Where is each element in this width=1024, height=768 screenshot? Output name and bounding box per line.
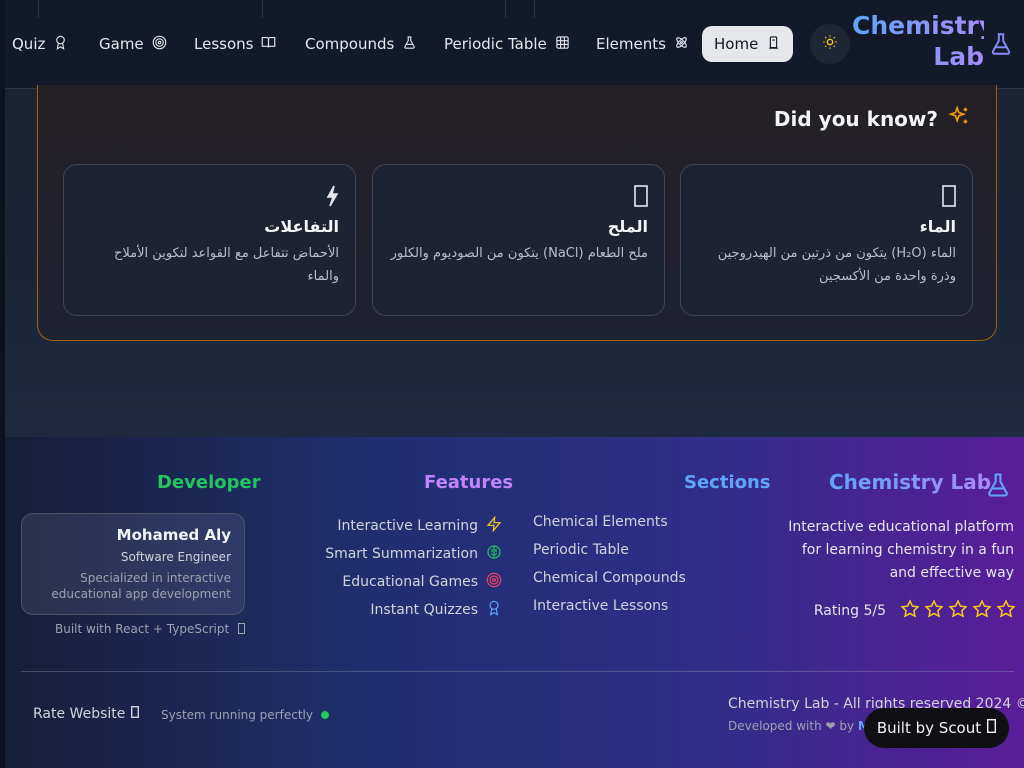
- sections-heading: Sections: [684, 472, 771, 493]
- footer-divider: [21, 671, 1014, 672]
- section-link[interactable]: Chemical Elements: [533, 512, 713, 540]
- flask-icon: [402, 35, 417, 54]
- rating-row: Rating 5/5: [780, 599, 1016, 623]
- nav-label: Compounds: [305, 35, 395, 53]
- book-open-icon: [261, 35, 276, 54]
- scrolled-content-ghost: [38, 0, 263, 18]
- section-link[interactable]: Chemical Compounds: [533, 568, 713, 596]
- developer-role: Software Engineer: [120, 550, 231, 564]
- sparkles-icon: [948, 105, 970, 132]
- developer-heading: Developer: [157, 472, 261, 493]
- feature-label: Interactive Learning: [337, 518, 478, 534]
- rating-label: Rating 5/5: [813, 603, 886, 619]
- sections-list: Chemical Elements Periodic Table Chemica…: [533, 512, 713, 624]
- nav-label: Elements: [596, 35, 666, 53]
- feature-label: Smart Summarization: [325, 546, 478, 562]
- flask-icon: [988, 31, 1014, 57]
- fact-title: التفاعلات: [264, 217, 339, 236]
- feature-item[interactable]: Instant Quizzes: [300, 596, 502, 624]
- nav-item-quiz[interactable]: Quiz: [12, 26, 68, 62]
- built-by-badge[interactable]: Built by Scout: [864, 708, 1009, 748]
- developer-description: Specialized in interactive educational a…: [51, 571, 231, 601]
- star-icon[interactable]: [948, 599, 968, 623]
- target-icon: [152, 35, 167, 54]
- developer-card: Mohamed Aly Software Engineer Specialize…: [21, 513, 245, 615]
- feature-item[interactable]: Smart Summarization: [300, 540, 502, 568]
- brain-icon: [486, 544, 502, 564]
- salt-icon: [389, 181, 648, 211]
- status-dot: [320, 711, 329, 719]
- water-drop-icon: [697, 181, 956, 211]
- flask-icon: [984, 469, 1012, 505]
- theme-toggle-button[interactable]: [810, 24, 850, 64]
- built-with-text: Built with React + TypeScript: [21, 622, 245, 636]
- nav-label: Quiz: [12, 35, 46, 53]
- fact-title: الملح: [607, 217, 648, 236]
- developer-name: Mohamed Aly: [116, 526, 231, 544]
- rate-website-link[interactable]: Rate Website: [33, 705, 140, 722]
- system-status: System running perfectly: [161, 708, 329, 722]
- feature-label: Instant Quizzes: [370, 602, 478, 618]
- star-icon[interactable]: [996, 599, 1016, 623]
- nav-item-game[interactable]: Game: [99, 26, 167, 62]
- developed-with-text: Developed with ❤ by Mo: [728, 719, 868, 733]
- did-you-know-title: Did you know?: [773, 106, 938, 131]
- section-link[interactable]: Interactive Lessons: [533, 596, 713, 624]
- developed-with-label: Developed with ❤ by: [728, 719, 855, 733]
- rate-icon: [131, 705, 140, 722]
- award-icon: [53, 35, 68, 54]
- fact-card-salt: الملح ملح الطعام (NaCl) يتكون من الصوديو…: [372, 164, 665, 316]
- feature-item[interactable]: Interactive Learning: [300, 512, 502, 540]
- feature-item[interactable]: Educational Games: [300, 568, 502, 596]
- built-by-label: Built by Scout: [876, 719, 982, 737]
- nav-item-compounds[interactable]: Compounds: [305, 26, 417, 62]
- feature-label: Educational Games: [342, 574, 478, 590]
- grid-icon: [555, 35, 570, 54]
- atom-icon: [674, 35, 689, 54]
- star-icon[interactable]: [972, 599, 992, 623]
- nav-item-periodic-table[interactable]: Periodic Table: [444, 26, 570, 62]
- nav-label: Home: [714, 35, 759, 53]
- features-heading: Features: [424, 472, 514, 493]
- nav-label: Game: [99, 35, 144, 53]
- nav-item-lessons[interactable]: Lessons: [194, 26, 276, 62]
- badge-icon: [987, 718, 997, 737]
- nav-label: Periodic Table: [444, 35, 547, 53]
- fact-title: الماء: [919, 217, 956, 236]
- fact-card-water: الماء الماء (H₂O) يتكون من ذرتين من الهي…: [680, 164, 973, 316]
- award-icon: [486, 600, 502, 620]
- fact-card-reactions: التفاعلات الأحماض تتفاعل مع القواعد لتكو…: [63, 164, 356, 316]
- zap-icon: [486, 515, 502, 536]
- brand-title[interactable]: Chemistry Lab: [852, 10, 995, 72]
- built-with-label: Built with React + TypeScript: [54, 622, 230, 636]
- nav-item-elements[interactable]: Elements: [596, 26, 689, 62]
- home-icon: [766, 35, 781, 54]
- brand-description: Interactive educational platform for lea…: [788, 519, 1014, 581]
- fact-body: الماء (H₂O) يتكون من ذرتين من الهيدروجين…: [717, 246, 956, 284]
- did-you-know-heading: Did you know?: [774, 105, 970, 132]
- star-icon[interactable]: [900, 599, 920, 623]
- sun-icon: [822, 34, 838, 54]
- did-you-know-panel: Did you know? الماء الماء (H₂O) يتكون من…: [37, 85, 997, 341]
- scrolled-content-ghost: [505, 0, 535, 18]
- rate-website-label: Rate Website: [33, 706, 126, 722]
- fact-body: ملح الطعام (NaCl) يتكون من الصوديوم والك…: [390, 246, 648, 261]
- nav-item-home[interactable]: Home: [702, 26, 794, 62]
- code-icon: [238, 623, 245, 634]
- footer-brand-title: Chemistry Lab: [829, 470, 992, 494]
- section-link[interactable]: Periodic Table: [533, 540, 713, 568]
- system-status-text: System running perfectly: [161, 708, 313, 722]
- features-list: Interactive Learning Smart Summarization…: [300, 512, 502, 624]
- target-icon: [486, 572, 502, 592]
- nav-label: Lessons: [194, 35, 254, 53]
- star-icon[interactable]: [924, 599, 944, 623]
- fact-body: الأحماض تتفاعل مع القواعد لتكوين الأملاح…: [114, 246, 339, 284]
- lightning-icon: [80, 181, 339, 211]
